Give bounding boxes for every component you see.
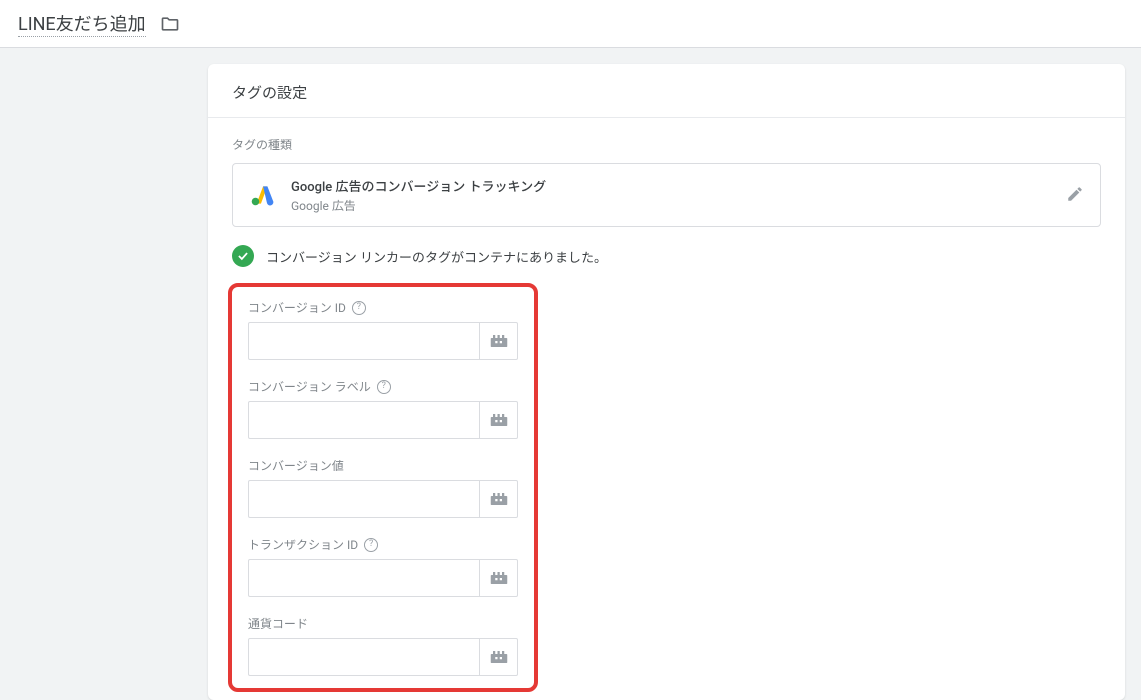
field-conversion-value: コンバージョン値	[248, 457, 518, 518]
help-icon[interactable]: ?	[377, 380, 391, 394]
variable-picker-icon[interactable]	[480, 559, 518, 597]
conversion-id-input[interactable]	[248, 322, 480, 360]
label-text: コンバージョン ラベル	[248, 378, 371, 395]
status-row: コンバージョン リンカーのタグがコンテナにありました。	[232, 245, 1101, 267]
variable-picker-icon[interactable]	[480, 401, 518, 439]
field-conversion-label: コンバージョン ラベル ?	[248, 378, 518, 439]
tag-type-section-label: タグの種類	[232, 136, 1101, 153]
label-text: 通貨コード	[248, 615, 308, 632]
variable-picker-icon[interactable]	[480, 322, 518, 360]
label-text: コンバージョン値	[248, 457, 344, 474]
conversion-label-input[interactable]	[248, 401, 480, 439]
variable-picker-icon[interactable]	[480, 638, 518, 676]
transaction-id-input[interactable]	[248, 559, 480, 597]
check-circle-icon	[232, 245, 254, 267]
google-ads-icon	[247, 180, 277, 210]
edit-icon[interactable]	[1066, 185, 1086, 205]
card-content: タグの種類 Google 広告のコンバージョン トラッキング Google 広告	[208, 118, 1125, 692]
status-message: コンバージョン リンカーのタグがコンテナにありました。	[266, 247, 607, 266]
transaction-id-label: トランザクション ID ?	[248, 536, 518, 553]
tag-type-row[interactable]: Google 広告のコンバージョン トラッキング Google 広告	[232, 163, 1101, 227]
page-title[interactable]: LINE友だち追加	[18, 10, 146, 37]
highlighted-fields: コンバージョン ID ? コンバージョン ラベル ?	[228, 283, 538, 692]
field-conversion-id: コンバージョン ID ?	[248, 299, 518, 360]
tag-settings-card: タグの設定 タグの種類 Google 広告のコンバージョン トラッキング Goo…	[208, 64, 1125, 700]
conversion-id-label: コンバージョン ID ?	[248, 299, 518, 316]
card-title: タグの設定	[208, 64, 1125, 118]
folder-icon[interactable]	[160, 14, 180, 34]
label-text: コンバージョン ID	[248, 299, 346, 316]
help-icon[interactable]: ?	[364, 538, 378, 552]
tag-type-text: Google 広告のコンバージョン トラッキング Google 広告	[291, 176, 1066, 214]
conversion-label-label: コンバージョン ラベル ?	[248, 378, 518, 395]
page-body: タグの設定 タグの種類 Google 広告のコンバージョン トラッキング Goo…	[0, 48, 1141, 700]
currency-code-input[interactable]	[248, 638, 480, 676]
currency-code-label: 通貨コード	[248, 615, 518, 632]
variable-picker-icon[interactable]	[480, 480, 518, 518]
field-transaction-id: トランザクション ID ?	[248, 536, 518, 597]
conversion-value-input[interactable]	[248, 480, 480, 518]
tag-type-title: Google 広告のコンバージョン トラッキング	[291, 176, 1066, 195]
page-header: LINE友だち追加	[0, 0, 1141, 48]
field-currency-code: 通貨コード	[248, 615, 518, 676]
conversion-value-label: コンバージョン値	[248, 457, 518, 474]
tag-type-subtitle: Google 広告	[291, 197, 1066, 214]
label-text: トランザクション ID	[248, 536, 358, 553]
help-icon[interactable]: ?	[352, 301, 366, 315]
